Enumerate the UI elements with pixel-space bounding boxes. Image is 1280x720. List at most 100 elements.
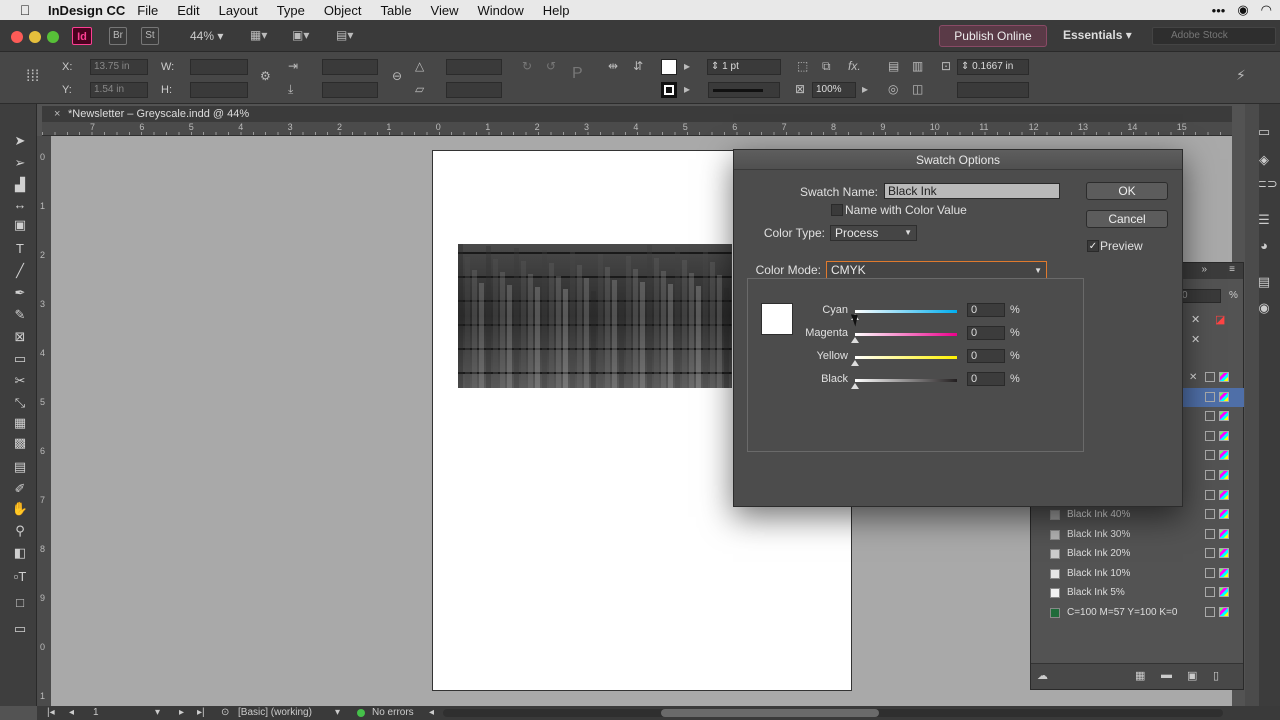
menu-layout[interactable]: Layout: [219, 3, 258, 18]
distribute-icon[interactable]: ◎: [888, 82, 898, 96]
close-window-button[interactable]: [11, 31, 23, 43]
color-mode-select[interactable]: CMYK ▼: [826, 261, 1047, 279]
bridge-button[interactable]: Br: [109, 27, 127, 45]
arrange-documents-icon[interactable]: ▤▾: [336, 28, 353, 42]
fill-menu-icon[interactable]: ▸: [684, 59, 690, 73]
menu-file[interactable]: File: [137, 3, 158, 18]
tint-field[interactable]: 0: [1177, 289, 1221, 303]
zoom-level-dropdown[interactable]: 44% ▾: [190, 29, 223, 43]
zoom-window-button[interactable]: [47, 31, 59, 43]
menu-window[interactable]: Window: [478, 3, 524, 18]
apple-icon[interactable]: : [16, 2, 34, 18]
app-name-menu[interactable]: InDesign CC: [48, 3, 125, 18]
selection-tool-icon[interactable]: ➤: [10, 132, 30, 150]
path-selection-icon[interactable]: P: [572, 65, 583, 83]
flip-horizontal-icon[interactable]: ⇹: [608, 59, 618, 73]
cyan-value-field[interactable]: 0: [967, 303, 1005, 317]
direct-selection-tool-icon[interactable]: ➢: [10, 154, 30, 172]
swatch-row[interactable]: Black Ink 30%: [1032, 525, 1244, 544]
page-dropdown-icon[interactable]: ▾: [155, 706, 160, 720]
stroke-weight-field[interactable]: ⇕ 1 pt: [707, 59, 781, 75]
scale-link-icon[interactable]: ⊖: [392, 69, 402, 83]
menu-type[interactable]: Type: [277, 3, 305, 18]
name-with-color-checkbox[interactable]: [831, 204, 843, 216]
publish-online-button[interactable]: Publish Online: [939, 25, 1047, 47]
constrain-proportions-icon[interactable]: ⚙: [260, 69, 271, 83]
swatch-row[interactable]: Black Ink 10%: [1032, 564, 1244, 583]
text-wrap-icon[interactable]: ⧉: [822, 59, 831, 74]
stroke-swatch[interactable]: [661, 82, 677, 98]
magenta-value-field[interactable]: 0: [967, 326, 1005, 340]
fill-stroke-icon[interactable]: ◧: [10, 544, 30, 562]
gradient-feather-tool-icon[interactable]: ▩: [10, 434, 30, 452]
adobe-stock-search-input[interactable]: Adobe Stock: [1152, 27, 1276, 45]
effects-icon[interactable]: fx.: [848, 59, 861, 73]
corner-shape-dropdown[interactable]: [957, 82, 1029, 98]
first-page-icon[interactable]: |◂: [47, 706, 55, 720]
delete-swatch-icon[interactable]: ▯: [1213, 669, 1219, 682]
horizontal-scroll-thumb[interactable]: [661, 709, 879, 717]
fill-swatch[interactable]: [661, 59, 677, 75]
pencil-tool-icon[interactable]: ✎: [10, 306, 30, 324]
registration-icon[interactable]: ◪: [1215, 313, 1225, 326]
none-icon[interactable]: ✕: [1191, 313, 1200, 326]
next-page-icon[interactable]: ▸: [179, 706, 184, 720]
open-document-icon[interactable]: ⊙: [221, 706, 229, 720]
vertical-ruler[interactable]: 0 1 2 3 4 5 6 7 8 9 0 1: [37, 136, 51, 706]
y-position-field[interactable]: 1.54 in: [90, 82, 148, 98]
black-slider-track[interactable]: [855, 379, 957, 382]
page-tool-icon[interactable]: ▟: [10, 176, 30, 194]
new-swatch-icon[interactable]: ▣: [1187, 669, 1197, 682]
formatting-affects-icon[interactable]: ▫T: [10, 568, 30, 586]
rotate-cw-icon[interactable]: ↻: [522, 59, 532, 73]
line-tool-icon[interactable]: ╱: [10, 262, 30, 280]
creative-cloud-icon[interactable]: ◉: [1237, 2, 1248, 18]
new-group-icon[interactable]: ▬: [1161, 669, 1172, 681]
page-number-field[interactable]: 1: [93, 706, 99, 720]
pen-tool-icon[interactable]: ✒: [10, 284, 30, 302]
horizontal-ruler[interactable]: 7 6 5 4 3 2 1 0 1 2 3 4 5 6 7 8 9 10 11 12 13 14 15: [42, 122, 1232, 136]
swatch-row[interactable]: C=100 M=57 Y=100 K=0: [1032, 603, 1244, 622]
none-icon-2[interactable]: ✕: [1191, 333, 1200, 346]
frame-fitting-icon[interactable]: ⬚: [797, 59, 808, 73]
cancel-button[interactable]: Cancel: [1086, 210, 1168, 228]
color-type-select[interactable]: Process ▼: [830, 225, 917, 241]
scale-x-field[interactable]: [322, 59, 378, 75]
gap-tool-icon[interactable]: ↔: [10, 196, 30, 214]
menu-help[interactable]: Help: [543, 3, 570, 18]
library-photo-frame[interactable]: [458, 244, 732, 388]
rotation-angle-field[interactable]: [446, 59, 502, 75]
lightning-icon[interactable]: ⚡: [1236, 67, 1246, 84]
stock-button[interactable]: St: [141, 27, 159, 45]
panel-menu-icon[interactable]: ≡: [1229, 264, 1235, 275]
workspace-switcher[interactable]: Essentials ▾: [1063, 28, 1132, 42]
note-tool-icon[interactable]: ▤: [10, 458, 30, 476]
shear-angle-field[interactable]: [446, 82, 502, 98]
stroke-menu-icon[interactable]: ▸: [684, 82, 690, 96]
stroke-type-dropdown[interactable]: [708, 82, 780, 98]
swatch-row[interactable]: Black Ink 20%: [1032, 544, 1244, 563]
flip-vertical-icon[interactable]: ⇵: [633, 59, 643, 73]
reference-point-icon[interactable]: ⁞⁞⁞: [26, 68, 39, 86]
wifi-icon[interactable]: ◠: [1261, 2, 1272, 18]
type-tool-icon[interactable]: T: [10, 240, 30, 258]
horizontal-scrollbar[interactable]: [443, 709, 1223, 717]
prev-page-icon[interactable]: ◂: [69, 706, 74, 720]
hand-tool-icon[interactable]: ✋: [10, 500, 30, 518]
magenta-slider-knob[interactable]: [851, 337, 859, 343]
align-center-icon[interactable]: ▥: [912, 59, 923, 73]
rotate-ccw-icon[interactable]: ↺: [546, 59, 556, 73]
free-transform-tool-icon[interactable]: ⤡: [10, 394, 30, 412]
black-slider-knob[interactable]: [851, 383, 859, 389]
rectangle-frame-tool-icon[interactable]: ⊠: [10, 328, 30, 346]
preview-checkbox[interactable]: ✓: [1087, 240, 1099, 252]
more-icon[interactable]: •••: [1212, 3, 1226, 18]
zoom-tool-icon[interactable]: ⚲: [10, 522, 30, 540]
cc-libraries-icon[interactable]: ☁: [1037, 669, 1048, 682]
minimize-window-button[interactable]: [29, 31, 41, 43]
swatch-name-input[interactable]: Black Ink: [884, 183, 1060, 199]
preflight-panel-icon[interactable]: ◂: [429, 706, 434, 720]
opacity-menu-icon[interactable]: ▸: [862, 82, 868, 96]
document-tab[interactable]: × *Newsletter – Greyscale.indd @ 44%: [42, 106, 1232, 122]
content-fit-icon[interactable]: ◫: [912, 82, 923, 96]
